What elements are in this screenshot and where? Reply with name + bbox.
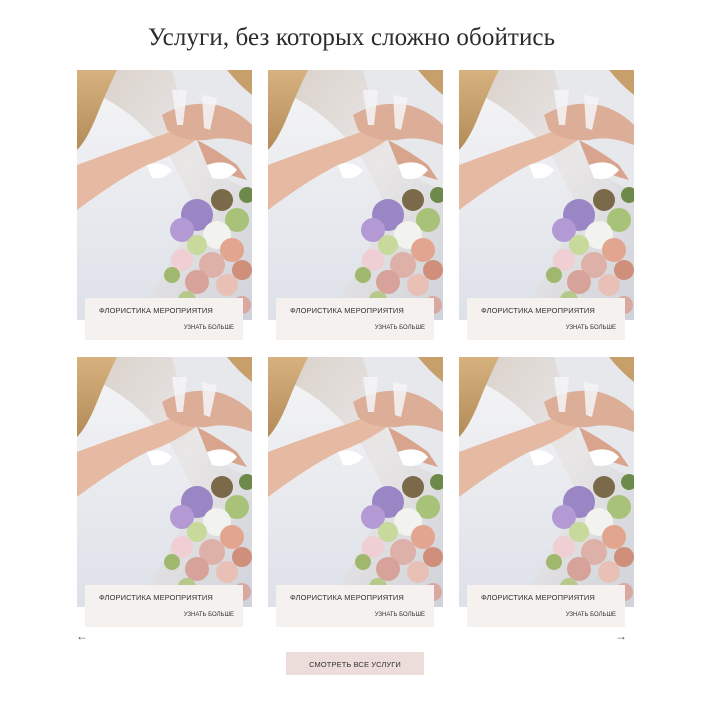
service-title: ФЛОРИСТИКА МЕРОПРИЯТИЯ — [99, 306, 213, 315]
section-title: Услуги, без которых сложно обойтись — [147, 24, 556, 51]
service-card[interactable]: ФЛОРИСТИКА МЕРОПРИЯТИЯ УЗНАТЬ БОЛЬШЕ — [77, 70, 252, 340]
service-title: ФЛОРИСТИКА МЕРОПРИЯТИЯ — [290, 306, 404, 315]
service-photo[interactable] — [77, 70, 252, 320]
services-grid: ФЛОРИСТИКА МЕРОПРИЯТИЯ УЗНАТЬ БОЛЬШЕ ФЛО… — [77, 70, 634, 627]
learn-more-link[interactable]: УЗНАТЬ БОЛЬШЕ — [375, 325, 425, 331]
service-caption: ФЛОРИСТИКА МЕРОПРИЯТИЯ УЗНАТЬ БОЛЬШЕ — [467, 585, 625, 627]
service-photo[interactable] — [268, 357, 443, 607]
service-card[interactable]: ФЛОРИСТИКА МЕРОПРИЯТИЯ УЗНАТЬ БОЛЬШЕ — [77, 357, 252, 627]
service-caption: ФЛОРИСТИКА МЕРОПРИЯТИЯ УЗНАТЬ БОЛЬШЕ — [467, 298, 625, 340]
service-title: ФЛОРИСТИКА МЕРОПРИЯТИЯ — [290, 593, 404, 602]
service-caption: ФЛОРИСТИКА МЕРОПРИЯТИЯ УЗНАТЬ БОЛЬШЕ — [276, 298, 434, 340]
service-card[interactable]: ФЛОРИСТИКА МЕРОПРИЯТИЯ УЗНАТЬ БОЛЬШЕ — [459, 70, 634, 340]
service-caption: ФЛОРИСТИКА МЕРОПРИЯТИЯ УЗНАТЬ БОЛЬШЕ — [85, 585, 243, 627]
service-photo[interactable] — [459, 357, 634, 607]
learn-more-link[interactable]: УЗНАТЬ БОЛЬШЕ — [566, 612, 616, 618]
learn-more-link[interactable]: УЗНАТЬ БОЛЬШЕ — [184, 612, 234, 618]
arrow-right-icon[interactable]: → — [615, 630, 627, 642]
service-photo[interactable] — [459, 70, 634, 320]
service-title: ФЛОРИСТИКА МЕРОПРИЯТИЯ — [481, 306, 595, 315]
service-caption: ФЛОРИСТИКА МЕРОПРИЯТИЯ УЗНАТЬ БОЛЬШЕ — [276, 585, 434, 627]
service-card[interactable]: ФЛОРИСТИКА МЕРОПРИЯТИЯ УЗНАТЬ БОЛЬШЕ — [268, 70, 443, 340]
learn-more-link[interactable]: УЗНАТЬ БОЛЬШЕ — [566, 325, 616, 331]
view-all-services-button[interactable]: СМОТРЕТЬ ВСЕ УСЛУГИ — [286, 652, 424, 675]
arrow-left-icon[interactable]: ← — [76, 630, 88, 642]
learn-more-link[interactable]: УЗНАТЬ БОЛЬШЕ — [375, 612, 425, 618]
service-caption: ФЛОРИСТИКА МЕРОПРИЯТИЯ УЗНАТЬ БОЛЬШЕ — [85, 298, 243, 340]
service-photo[interactable] — [77, 357, 252, 607]
service-title: ФЛОРИСТИКА МЕРОПРИЯТИЯ — [99, 593, 213, 602]
service-photo[interactable] — [268, 70, 443, 320]
service-card[interactable]: ФЛОРИСТИКА МЕРОПРИЯТИЯ УЗНАТЬ БОЛЬШЕ — [268, 357, 443, 627]
service-title: ФЛОРИСТИКА МЕРОПРИЯТИЯ — [481, 593, 595, 602]
service-card[interactable]: ФЛОРИСТИКА МЕРОПРИЯТИЯ УЗНАТЬ БОЛЬШЕ — [459, 357, 634, 627]
learn-more-link[interactable]: УЗНАТЬ БОЛЬШЕ — [184, 325, 234, 331]
